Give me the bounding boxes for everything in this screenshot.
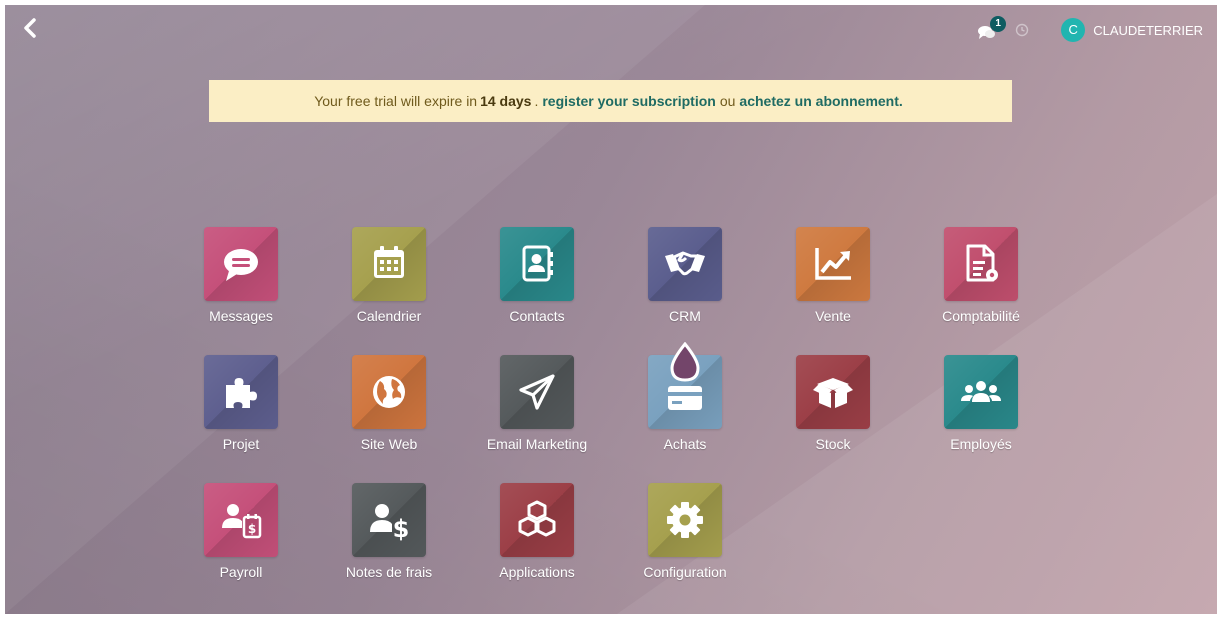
app-site-web[interactable]: Site Web xyxy=(315,354,463,482)
trial-banner: Your free trial will expire in 14 days. … xyxy=(209,80,1012,122)
messages-count-badge: 1 xyxy=(990,16,1007,32)
invoice-icon xyxy=(966,244,998,282)
user-dollar-icon: $ xyxy=(370,504,410,543)
buy-subscription-link[interactable]: achetez un abonnement. xyxy=(739,93,902,109)
cog-icon xyxy=(667,502,703,538)
app-label: CRM xyxy=(669,308,701,324)
activity-clock-icon[interactable] xyxy=(1015,23,1029,37)
puzzle-icon xyxy=(226,378,257,408)
apps-grid: Messages Calendrier Contacts CRM Vente C… xyxy=(167,226,1055,610)
trial-text: Your free trial will expire in xyxy=(314,93,478,109)
app-label: Vente xyxy=(815,308,851,324)
handshake-icon xyxy=(665,251,705,276)
paper-plane-icon xyxy=(519,374,555,410)
chat-bubble-icon xyxy=(224,249,258,281)
app-label: Contacts xyxy=(509,308,565,324)
app-label: Notes de frais xyxy=(345,564,433,580)
avatar: C xyxy=(1061,18,1086,42)
app-label: Payroll xyxy=(219,564,263,580)
app-tile xyxy=(648,483,722,557)
app-tile xyxy=(796,227,870,301)
trend-chart-icon xyxy=(815,248,851,280)
app-achats[interactable]: Achats xyxy=(611,342,759,482)
app-label: Email Marketing xyxy=(486,436,588,452)
svg-text:$: $ xyxy=(393,515,410,543)
messaging-menu-button[interactable]: 1 xyxy=(977,16,1007,41)
address-book-icon xyxy=(522,245,553,282)
app-label: Applications xyxy=(499,564,575,580)
app-crm[interactable]: CRM xyxy=(611,226,759,354)
cubes-icon xyxy=(518,500,556,537)
app-stock[interactable]: Stock xyxy=(759,354,907,482)
app-tile xyxy=(500,355,574,429)
app-applications[interactable]: Applications xyxy=(463,482,611,610)
systray: 1 C CLAUDETERRIER xyxy=(977,16,1203,43)
app-tile: $ xyxy=(204,483,278,557)
app-tile: $ xyxy=(352,483,426,557)
calendar-icon xyxy=(374,246,404,278)
app-tile xyxy=(204,227,278,301)
globe-icon xyxy=(373,376,405,408)
back-button[interactable] xyxy=(19,17,41,39)
app-tile xyxy=(944,355,1018,429)
app-configuration[interactable]: Configuration xyxy=(611,482,759,610)
app-tile xyxy=(796,355,870,429)
credit-card-icon xyxy=(668,386,702,410)
app-contacts[interactable]: Contacts xyxy=(463,226,611,354)
app-messages[interactable]: Messages xyxy=(167,226,315,354)
app-label: Messages xyxy=(209,308,273,324)
app-label: Calendrier xyxy=(356,308,422,324)
app-calendrier[interactable]: Calendrier xyxy=(315,226,463,354)
app-label: Configuration xyxy=(643,564,727,580)
app-label: Projet xyxy=(222,436,260,452)
app-email-marketing[interactable]: Email Marketing xyxy=(463,354,611,482)
app-tile xyxy=(204,355,278,429)
app-employes[interactable]: Employés xyxy=(907,354,1055,482)
app-tile xyxy=(500,227,574,301)
user-payslip-icon: $ xyxy=(222,504,262,539)
trial-or: ou xyxy=(719,93,736,109)
app-label: Site Web xyxy=(360,436,418,452)
trial-days: 14 days xyxy=(480,93,532,109)
app-payroll[interactable]: $ Payroll xyxy=(167,482,315,610)
app-tile xyxy=(500,483,574,557)
app-notes-de-frais[interactable]: $ Notes de frais xyxy=(315,482,463,610)
app-label: Achats xyxy=(663,436,707,452)
home-screen: 1 C CLAUDETERRIER Your free trial will e… xyxy=(5,5,1217,614)
trial-separator: . xyxy=(534,93,539,109)
user-menu[interactable]: C CLAUDETERRIER xyxy=(1061,18,1203,42)
app-tile xyxy=(352,227,426,301)
app-tile xyxy=(648,227,722,301)
app-projet[interactable]: Projet xyxy=(167,354,315,482)
app-label: Employés xyxy=(950,436,1012,452)
app-tile xyxy=(352,355,426,429)
svg-text:$: $ xyxy=(248,522,256,536)
app-label: Stock xyxy=(815,436,851,452)
box-icon xyxy=(813,378,853,408)
chevron-left-icon xyxy=(24,18,36,38)
app-tile xyxy=(944,227,1018,301)
user-name: CLAUDETERRIER xyxy=(1093,22,1203,38)
register-subscription-link[interactable]: register your subscription xyxy=(542,93,715,109)
app-label: Comptabilité xyxy=(942,308,1020,324)
users-icon xyxy=(961,381,1001,402)
app-vente[interactable]: Vente xyxy=(759,226,907,354)
app-comptabilite[interactable]: Comptabilité xyxy=(907,226,1055,354)
